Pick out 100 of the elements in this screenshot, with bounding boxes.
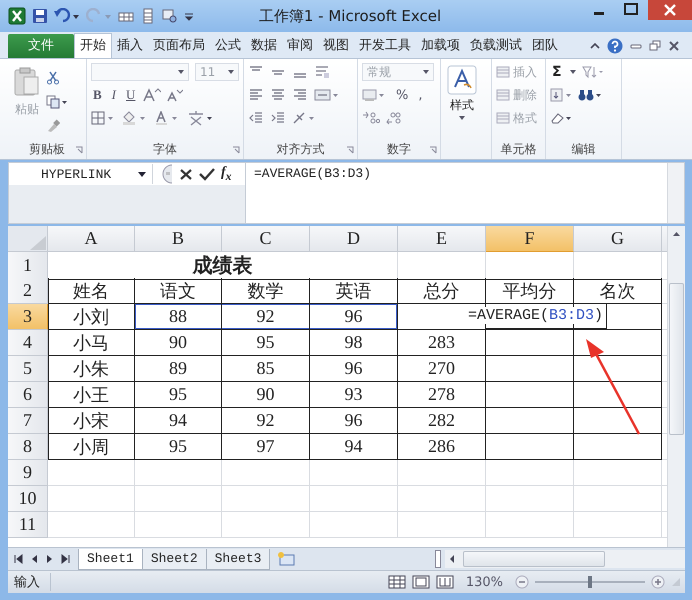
group-label: 数字 [387,140,411,158]
italic-button[interactable]: I [110,87,118,103]
column-header[interactable]: A [48,226,135,252]
align-center-icon[interactable] [270,88,286,102]
sort-filter-icon[interactable] [582,65,604,79]
comma-button[interactable]: , [416,88,424,102]
row-header[interactable]: 4 [8,330,48,356]
restore-icon[interactable] [649,40,661,52]
align-left-icon[interactable] [248,88,264,102]
first-sheet-icon[interactable] [12,553,24,565]
dialog-launcher-icon[interactable] [346,146,354,154]
phonetic-icon[interactable] [187,110,215,126]
ribbon-tab[interactable]: 负载测试 [465,34,527,58]
shrink-font-icon[interactable] [167,88,184,102]
cells-icon [496,89,510,101]
save-icon[interactable] [32,8,48,24]
percent-button[interactable]: % [394,88,410,102]
column-header[interactable]: F [486,226,574,252]
resize-grip-icon[interactable] [671,577,681,587]
sheet-tab[interactable]: Sheet1 [78,548,143,570]
group-label: 单元格 [500,140,536,158]
row-header[interactable]: 2 [8,278,48,304]
binoculars-icon[interactable] [578,88,602,102]
formula-text: =AVERAGE(B3:D3) [466,307,603,324]
column-header[interactable]: B [135,226,222,252]
collapse-caret-icon[interactable] [590,41,600,51]
table-cell: 数学 [222,278,310,304]
table-cell: 92 [222,408,310,434]
dialog-launcher-icon[interactable] [75,146,83,154]
borders-icon[interactable] [91,111,115,125]
eraser-icon[interactable] [550,111,572,125]
caret-icon [423,70,429,74]
file-tab[interactable]: 文件 [8,34,74,58]
horizontal-scrollbar[interactable] [445,550,685,568]
align-right-icon[interactable] [292,88,308,102]
column-header[interactable]: E [398,226,486,252]
grow-font-icon[interactable] [143,88,162,102]
column-header[interactable]: C [222,226,310,252]
row-header[interactable]: 5 [8,356,48,382]
row-header[interactable]: 10 [8,486,48,512]
undo-icon[interactable] [54,8,80,24]
table-cell: 282 [398,408,486,434]
row-header[interactable]: 9 [8,460,48,486]
ribbon-tab[interactable]: 加载项 [416,34,465,58]
sheet-tab[interactable]: Sheet2 [142,548,207,570]
styles-button[interactable]: 样式 [445,63,479,159]
zoom-slider-thumb[interactable] [588,576,592,588]
column-header[interactable]: G [574,226,662,252]
sheet-tab[interactable]: Sheet3 [206,548,270,570]
ribbon-tab[interactable]: 团队 [527,34,563,58]
table-cell: 小刘 [48,304,135,330]
decrease-indent-icon[interactable] [248,111,264,125]
help-icon[interactable] [607,38,623,54]
ribbon-tab[interactable]: 插入 [112,34,148,58]
ribbon-tab[interactable]: 视图 [318,34,354,58]
underline-button[interactable]: U [124,87,138,103]
cells-icon [496,112,510,124]
increase-indent-icon[interactable] [270,111,286,125]
row-header[interactable]: 7 [8,408,48,434]
split-handle[interactable] [435,550,441,568]
normal-view-icon[interactable] [388,575,406,589]
caret-icon[interactable] [570,70,576,74]
row-header[interactable]: 3 [8,304,48,330]
ribbon-tab[interactable]: 公式 [210,34,246,58]
excel-logo-icon[interactable] [8,7,26,25]
fill-icon[interactable] [550,88,572,102]
row-header[interactable]: 8 [8,434,48,460]
dialog-launcher-icon[interactable] [429,146,437,154]
close-icon[interactable] [668,40,680,52]
page-break-icon[interactable] [436,575,454,589]
insert-sheet-icon[interactable] [275,551,298,567]
row-header[interactable]: 11 [8,512,48,538]
ribbon-tab[interactable]: 开发工具 [354,34,416,58]
scissors-icon[interactable] [46,71,60,85]
increase-decimal-icon[interactable] [362,111,380,125]
zoom-in-icon[interactable] [651,575,665,589]
last-sheet-icon[interactable] [60,553,72,565]
merge-center-icon[interactable] [314,88,340,102]
copy-icon[interactable] [46,95,68,109]
ribbon-tab[interactable]: 页面布局 [148,34,210,58]
column-header[interactable]: D [310,226,398,252]
vertical-scrollbar[interactable] [667,226,685,547]
row-header[interactable]: 1 [8,252,48,280]
format-painter-icon[interactable] [46,119,60,133]
page-layout-icon[interactable] [412,575,430,589]
zoom-level[interactable]: 130% [460,574,509,590]
zoom-out-icon[interactable] [515,575,529,589]
table-cell: 98 [310,330,398,356]
autosum-button[interactable]: Σ [550,64,564,80]
ribbon-tab[interactable]: 审阅 [282,34,318,58]
dialog-launcher-icon[interactable] [232,146,240,154]
ribbon-tab[interactable]: 数据 [246,34,282,58]
row-header[interactable]: 6 [8,382,48,408]
ribbon-tab[interactable]: 开始 [74,33,112,58]
styles-icon [447,65,477,95]
bold-button[interactable]: B [91,87,104,103]
wrap-text-icon[interactable] [314,65,330,79]
font-name-field[interactable] [91,63,189,81]
preview-icon[interactable] [162,8,178,24]
close-icon[interactable] [648,0,692,20]
